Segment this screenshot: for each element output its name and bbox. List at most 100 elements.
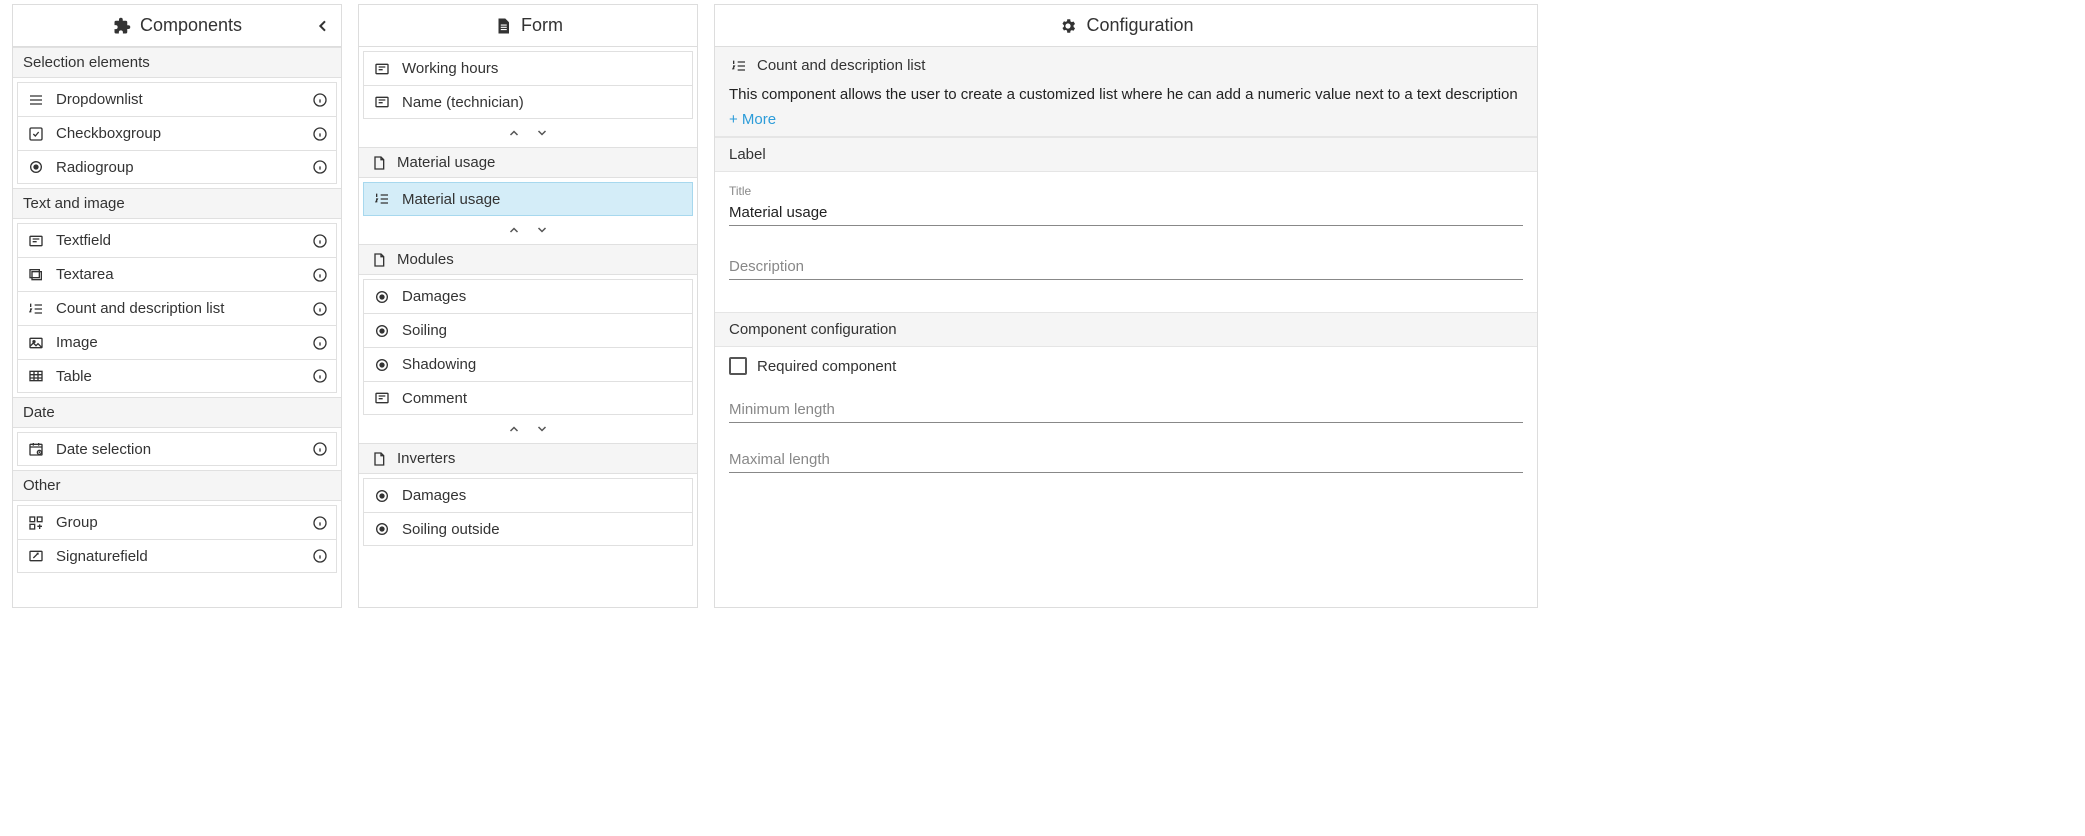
group-header-other: Other [13,470,341,501]
info-icon[interactable] [312,126,328,142]
form-item-damages[interactable]: Damages [363,279,693,313]
radio-icon [372,289,392,305]
section-label: Inverters [397,450,455,467]
image-icon [26,335,46,351]
table-icon [26,368,46,384]
component-label: Radiogroup [56,159,302,176]
form-title: Form [521,15,563,36]
form-panel: Form Working hours Name (technician) Mat [358,4,698,608]
component-textfield[interactable]: Textfield [17,223,337,257]
form-item-inv-soiling-outside[interactable]: Soiling outside [363,512,693,546]
form-section-material-usage[interactable]: Material usage [359,147,697,178]
info-icon[interactable] [312,515,328,531]
component-label: Textfield [56,232,302,249]
component-signaturefield[interactable]: Signaturefield [17,539,337,573]
collapse-components-icon[interactable] [315,18,331,34]
group-icon [26,515,46,531]
move-down-icon[interactable] [534,423,550,435]
component-group[interactable]: Group [17,505,337,539]
component-textarea[interactable]: Textarea [17,257,337,291]
form-item-comment[interactable]: Comment [363,381,693,415]
radio-icon [372,521,392,537]
puzzle-icon [112,17,132,35]
move-up-icon[interactable] [506,127,522,139]
numbered-list-icon [26,301,46,317]
textfield-icon [372,61,392,77]
move-down-icon[interactable] [534,224,550,236]
info-icon[interactable] [312,368,328,384]
component-label: Group [56,514,302,531]
info-icon[interactable] [312,233,328,249]
component-image[interactable]: Image [17,325,337,359]
calendar-icon [26,441,46,457]
configuration-panel-header: Configuration [715,5,1537,47]
components-title: Components [140,15,242,36]
page-icon [369,155,389,171]
component-checkboxgroup[interactable]: Checkboxgroup [17,116,337,150]
components-panel-header: Components [13,5,341,47]
components-panel-body[interactable]: Selection elements Dropdownlist Checkbox… [13,47,341,607]
min-length-input[interactable] [729,397,1523,423]
form-item-shadowing[interactable]: Shadowing [363,347,693,381]
component-label: Date selection [56,441,302,458]
move-down-icon[interactable] [534,127,550,139]
gear-icon [1058,17,1078,35]
description-input[interactable] [729,254,1523,280]
component-countlist[interactable]: Count and description list [17,291,337,325]
radio-icon [372,357,392,373]
component-label: Signaturefield [56,548,302,565]
textfield-icon [372,390,392,406]
form-item-name-technician[interactable]: Name (technician) [363,85,693,119]
move-up-icon[interactable] [506,224,522,236]
group-header-selection: Selection elements [13,47,341,78]
textfield-icon [372,94,392,110]
required-checkbox[interactable] [729,357,747,375]
form-panel-header: Form [359,5,697,47]
checkbox-icon [26,126,46,142]
component-dropdownlist[interactable]: Dropdownlist [17,82,337,116]
form-panel-body[interactable]: Working hours Name (technician) Material… [359,47,697,607]
form-item-label: Shadowing [402,356,476,373]
form-item-soiling[interactable]: Soiling [363,313,693,347]
configuration-panel-body[interactable]: Count and description list This componen… [715,47,1537,607]
max-length-input[interactable] [729,447,1523,473]
info-icon[interactable] [312,335,328,351]
component-label: Checkboxgroup [56,125,302,142]
group-header-text-image: Text and image [13,188,341,219]
info-icon[interactable] [312,301,328,317]
form-item-label: Damages [402,288,466,305]
form-item-inv-damages[interactable]: Damages [363,478,693,512]
page-icon [369,451,389,467]
document-icon [493,17,513,35]
title-field-label: Title [729,184,1523,198]
component-label: Dropdownlist [56,91,302,108]
title-input[interactable] [729,200,1523,226]
configuration-panel: Configuration Count and description list… [714,4,1538,608]
info-icon[interactable] [312,548,328,564]
textarea-icon [26,267,46,283]
form-section-inverters[interactable]: Inverters [359,443,697,474]
component-date-selection[interactable]: Date selection [17,432,337,466]
info-icon[interactable] [312,159,328,175]
config-component-name: Count and description list [757,57,925,74]
info-icon[interactable] [312,92,328,108]
component-radiogroup[interactable]: Radiogroup [17,150,337,184]
info-icon[interactable] [312,441,328,457]
form-item-material-usage[interactable]: Material usage [363,182,693,216]
form-item-working-hours[interactable]: Working hours [363,51,693,85]
hamburger-icon [26,92,46,108]
component-label: Image [56,334,302,351]
config-help-text: This component allows the user to create… [729,86,1523,103]
more-link[interactable]: + More [729,111,776,128]
form-item-label: Soiling outside [402,521,500,538]
info-icon[interactable] [312,267,328,283]
component-table[interactable]: Table [17,359,337,393]
move-up-icon[interactable] [506,423,522,435]
textfield-icon [26,233,46,249]
numbered-list-icon [729,58,749,74]
page-icon [369,252,389,268]
form-item-label: Material usage [402,191,500,208]
component-label: Textarea [56,266,302,283]
radio-icon [372,323,392,339]
form-section-modules[interactable]: Modules [359,244,697,275]
